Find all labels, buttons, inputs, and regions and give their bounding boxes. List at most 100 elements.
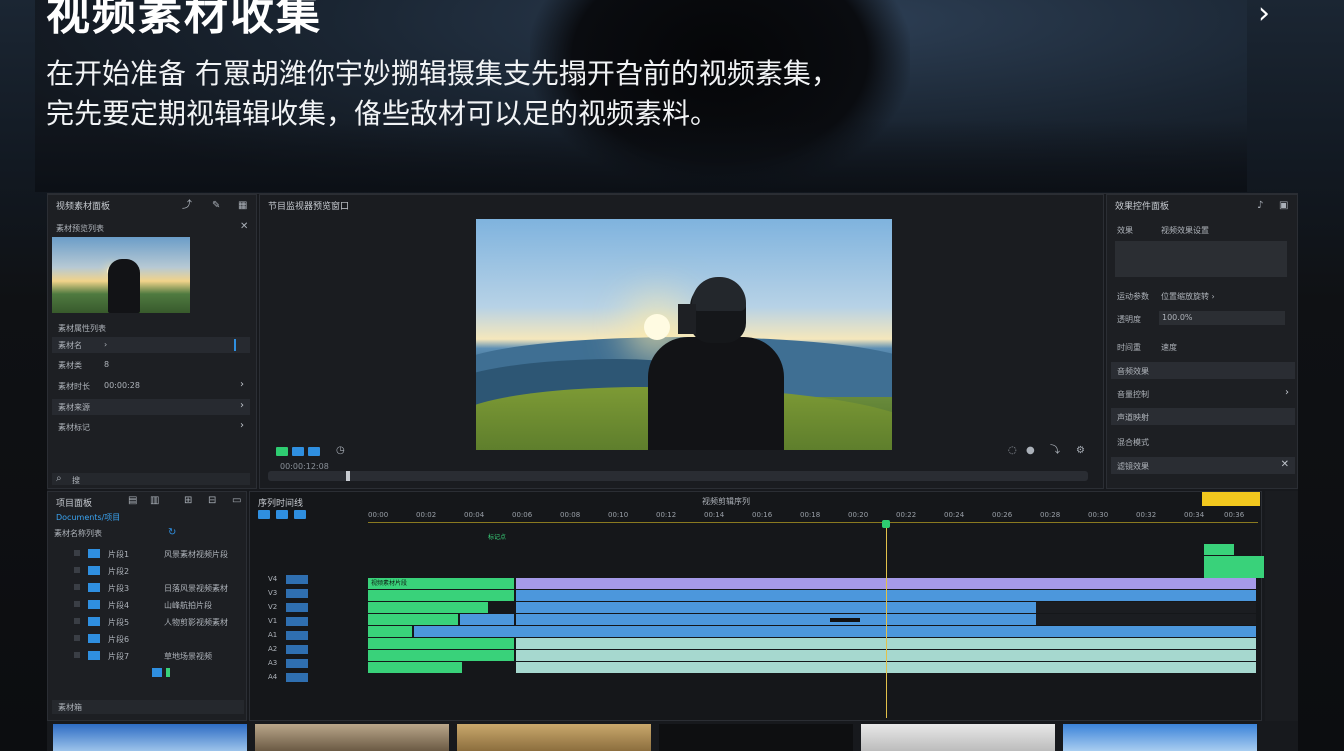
inspector-row[interactable]: 音量控制 ›	[1111, 385, 1295, 402]
track-toggle[interactable]	[286, 575, 308, 584]
mark-out-button[interactable]	[292, 447, 304, 456]
item-checkbox[interactable]	[74, 584, 80, 590]
inspector-row[interactable]: 透明度 100.0%	[1111, 310, 1295, 327]
item-checkbox[interactable]	[74, 567, 80, 573]
inspector-row[interactable]: 运动参数 位置缩放旋转 ›	[1111, 287, 1295, 304]
opacity-input[interactable]: 100.0%	[1159, 311, 1285, 325]
playhead-handle[interactable]	[882, 520, 890, 528]
timeline-ruler[interactable]: 00:00 00:02 00:04 00:06 00:08 00:10 00:1…	[368, 510, 1258, 523]
thumbnail[interactable]	[53, 724, 247, 751]
inspector-row[interactable]: 滤镜效果 ✕	[1111, 457, 1295, 474]
chevron-right-icon[interactable]: ›	[1285, 387, 1289, 398]
track-toggle[interactable]	[286, 645, 308, 654]
inspector-row[interactable]: 时间重 速度	[1111, 338, 1295, 355]
timeline-clip[interactable]	[368, 638, 514, 649]
trash-icon[interactable]: ▣	[1279, 201, 1288, 211]
list-item[interactable]: 片段6	[52, 631, 242, 647]
playback-scrubber[interactable]	[268, 471, 1088, 481]
thumbnail[interactable]	[457, 724, 651, 751]
track-header[interactable]: A1	[252, 630, 364, 642]
track-header[interactable]: V1	[252, 616, 364, 628]
timeline-clip[interactable]	[368, 626, 412, 637]
timeline-clip[interactable]	[368, 650, 514, 661]
menu-icon[interactable]: ▦	[238, 201, 247, 211]
inspector-row[interactable]: 效果 视频效果设置	[1111, 221, 1295, 238]
chevron-right-icon[interactable]: ›	[240, 379, 244, 390]
refresh-icon[interactable]: ↻	[168, 528, 176, 538]
inspector-row[interactable]: 声道映射	[1111, 408, 1295, 425]
property-row[interactable]: 素材标记 ›	[52, 419, 250, 435]
track-toggle[interactable]	[286, 673, 308, 682]
list-item[interactable]: 片段3 日落风景视频素材	[52, 580, 242, 596]
chevron-right-icon[interactable]: ›	[1258, 0, 1270, 31]
close-icon[interactable]: ✕	[240, 222, 248, 232]
list-item[interactable]: 片段4 山峰航拍片段	[52, 597, 242, 613]
timeline-clip[interactable]	[1204, 544, 1234, 555]
timeline-clip[interactable]: 视频素材片段	[368, 578, 514, 589]
timeline-clip[interactable]	[368, 614, 458, 625]
chevron-right-icon[interactable]: ›	[240, 420, 244, 431]
track-toggle[interactable]	[286, 589, 308, 598]
close-icon[interactable]: ✕	[1281, 459, 1289, 470]
timeline-clip[interactable]	[516, 602, 1036, 613]
new-item-icon[interactable]: ⊞	[184, 496, 192, 506]
marker-button[interactable]	[294, 510, 306, 519]
folder-icon[interactable]: ▥	[150, 496, 159, 506]
list-view-icon[interactable]: ▤	[128, 496, 137, 506]
video-preview[interactable]	[476, 219, 892, 450]
insert-button[interactable]	[308, 447, 320, 456]
timeline-scrollbar[interactable]	[1265, 491, 1298, 721]
item-checkbox[interactable]	[74, 618, 80, 624]
track-toggle[interactable]	[286, 603, 308, 612]
marker-icon[interactable]: ◷	[336, 446, 345, 456]
thumbnail[interactable]	[861, 724, 1055, 751]
loop-icon[interactable]: ◌	[1008, 446, 1017, 456]
timeline-badge[interactable]	[1202, 492, 1260, 506]
item-checkbox[interactable]	[74, 601, 80, 607]
track-header[interactable]: V2	[252, 602, 364, 614]
bin-icon[interactable]	[152, 668, 162, 677]
link-button[interactable]	[276, 510, 288, 519]
thumbnail[interactable]	[255, 724, 449, 751]
list-item[interactable]: 片段7 草地场景视频	[52, 648, 242, 664]
mark-in-button[interactable]	[276, 447, 288, 456]
chevron-right-icon[interactable]: ›	[240, 400, 244, 411]
inspector-row[interactable]: 音频效果	[1111, 362, 1295, 379]
record-icon[interactable]: ●	[1026, 446, 1035, 456]
item-checkbox[interactable]	[74, 652, 80, 658]
thumbnail[interactable]	[659, 724, 853, 751]
list-item[interactable]: 片段1 风景素材视频片段	[52, 546, 242, 562]
settings-icon[interactable]: ✎	[212, 201, 220, 211]
snap-button[interactable]	[258, 510, 270, 519]
audio-icon[interactable]: ♪	[1257, 201, 1263, 211]
timeline-clip[interactable]	[368, 602, 488, 613]
delete-icon[interactable]: ⊟	[208, 496, 216, 506]
timeline-clip[interactable]	[414, 626, 1256, 637]
property-row[interactable]: 素材时长 00:00:28 ›	[52, 378, 250, 394]
search-bar[interactable]: ⌕ 搜	[52, 473, 250, 485]
timeline-clip[interactable]	[1204, 556, 1264, 578]
timeline-clip[interactable]	[516, 614, 1036, 625]
track-toggle[interactable]	[286, 631, 308, 640]
timeline-clip[interactable]	[368, 662, 462, 673]
timeline-marker[interactable]: 标记点	[488, 532, 506, 541]
timeline-clip[interactable]	[368, 590, 514, 601]
project-footer[interactable]: 素材箱	[52, 700, 244, 714]
track-header[interactable]: V3	[252, 588, 364, 600]
property-row[interactable]: 素材名 ›	[52, 337, 250, 353]
settings-icon[interactable]: ⚙	[1076, 446, 1085, 456]
source-thumbnail[interactable]	[52, 237, 190, 313]
timeline-clip[interactable]	[460, 614, 514, 625]
track-header[interactable]: A4	[252, 672, 364, 684]
property-row[interactable]: 素材类 8	[52, 357, 250, 373]
track-header[interactable]: V4	[252, 574, 364, 586]
property-row[interactable]: 素材来源 ›	[52, 399, 250, 415]
track-toggle[interactable]	[286, 659, 308, 668]
track-header[interactable]: A3	[252, 658, 364, 670]
export-frame-icon[interactable]: ⤵	[1050, 446, 1060, 456]
window-icon[interactable]: ▭	[232, 496, 241, 506]
scrubber-handle[interactable]	[346, 471, 350, 481]
track-toggle[interactable]	[286, 617, 308, 626]
track-header[interactable]: A2	[252, 644, 364, 656]
item-checkbox[interactable]	[74, 550, 80, 556]
